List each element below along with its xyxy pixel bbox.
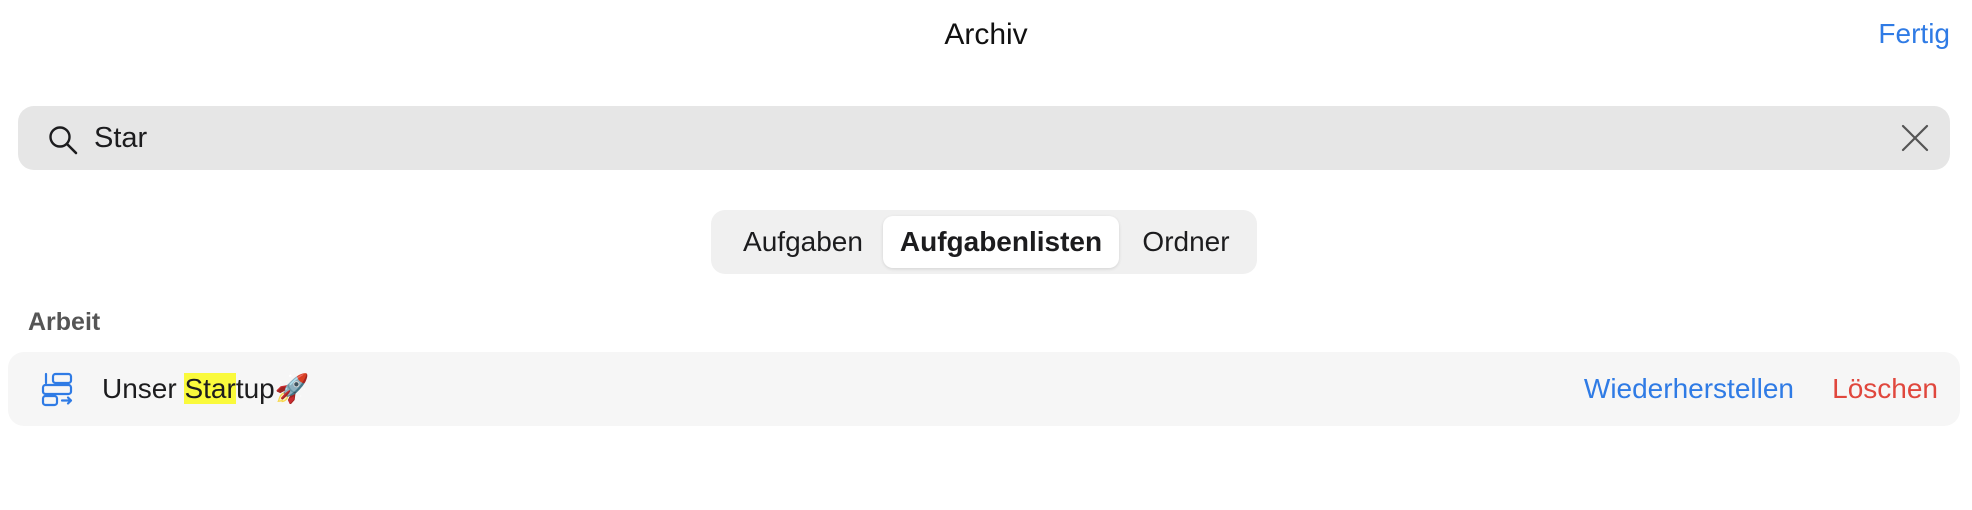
section-header: Arbeit [28, 308, 101, 336]
tab-ordner[interactable]: Ordner [1123, 216, 1249, 268]
restore-button[interactable]: Wiederherstellen [1584, 352, 1794, 426]
search-bar[interactable] [18, 106, 1950, 170]
search-input[interactable] [94, 106, 1794, 170]
close-icon[interactable] [1900, 123, 1930, 153]
task-list-icon [41, 372, 73, 407]
title-suffix: tup🚀 [235, 373, 310, 404]
archive-page: Archiv Fertig Aufgaben Aufgabenlisten Or… [0, 0, 1972, 510]
search-match-highlight: Star [184, 373, 236, 404]
list-item-title: Unser Startup🚀 [102, 352, 310, 426]
page-title: Archiv [944, 18, 1028, 51]
title-prefix: Unser [102, 373, 185, 404]
search-icon [49, 126, 78, 155]
segmented-control: Aufgaben Aufgabenlisten Ordner [711, 210, 1257, 274]
delete-button[interactable]: Löschen [1832, 352, 1938, 426]
list-item[interactable]: Unser Startup🚀 Wiederherstellen Löschen [8, 352, 1960, 426]
tab-aufgaben[interactable]: Aufgaben [719, 216, 887, 268]
tab-aufgabenlisten[interactable]: Aufgabenlisten [883, 216, 1119, 268]
done-button[interactable]: Fertig [1878, 18, 1950, 50]
